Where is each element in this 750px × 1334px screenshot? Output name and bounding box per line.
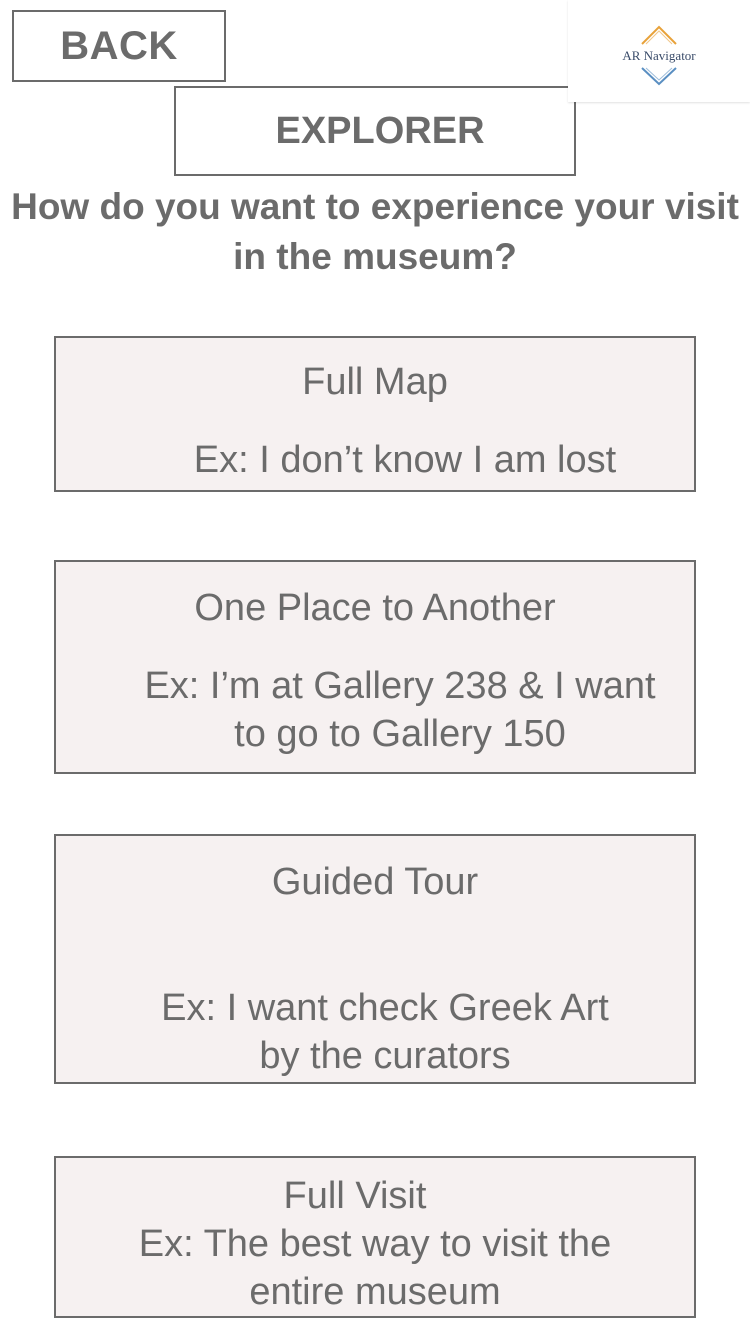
option-full-visit[interactable]: Full Visit Ex: The best way to visit the… bbox=[54, 1156, 696, 1318]
option-title: Guided Tour bbox=[271, 861, 479, 903]
page-question: How do you want to experience your visit… bbox=[11, 186, 739, 277]
option-title: One Place to Another bbox=[194, 587, 556, 629]
option-example: Ex: I want check Greek Art by the curato… bbox=[161, 987, 609, 1077]
option-example: Ex: I’m at Gallery 238 & I want to go to… bbox=[144, 665, 656, 755]
option-example: Ex: I don’t know I am lost bbox=[193, 439, 617, 481]
option-full-map[interactable]: Full Map Ex: I don’t know I am lost bbox=[54, 336, 696, 492]
app-logo: AR Navigator bbox=[568, 0, 750, 102]
option-one-place-to-another[interactable]: One Place to Another Ex: I’m at Gallery … bbox=[54, 560, 696, 774]
option-title: Full Map bbox=[302, 361, 448, 403]
mode-label: EXPLORER bbox=[174, 86, 576, 176]
back-button[interactable]: BACK bbox=[12, 10, 226, 82]
option-guided-tour[interactable]: Guided Tour Ex: I want check Greek Art b… bbox=[54, 834, 696, 1084]
option-example: Ex: The best way to visit the entire mus… bbox=[138, 1223, 612, 1313]
option-title: Full Visit bbox=[283, 1175, 427, 1217]
logo-text: AR Navigator bbox=[622, 48, 696, 63]
